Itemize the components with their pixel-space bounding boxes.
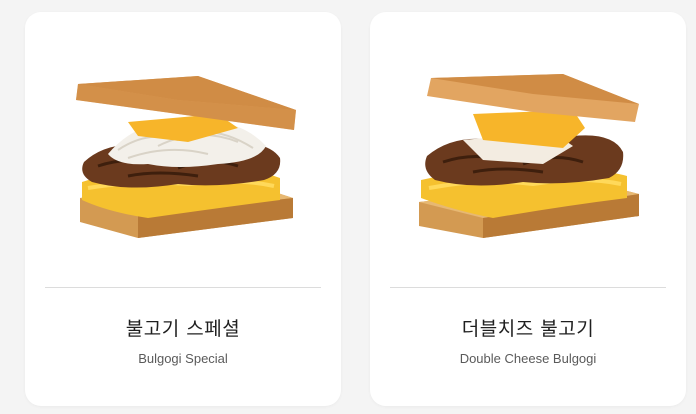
bulgogi-special-sandwich-image <box>25 60 341 250</box>
menu-item-title: 불고기 스페셜 <box>125 318 241 340</box>
sandwich-icon <box>419 74 639 238</box>
menu-item-subtitle: Double Cheese Bulgogi <box>459 351 597 366</box>
menu-card-bulgogi-special[interactable]: 불고기 스페셜 Bulgogi Special <box>25 12 341 406</box>
menu-grid: 불고기 스페셜 Bulgogi Special 더블치즈 불고기 Double … <box>0 0 696 414</box>
menu-card-double-cheese-bulgogi[interactable]: 더블치즈 불고기 Double Cheese Bulgogi <box>370 12 686 406</box>
menu-item-subtitle: Bulgogi Special <box>138 351 228 366</box>
sandwich-icon <box>76 76 296 238</box>
double-cheese-bulgogi-sandwich-image <box>370 60 686 250</box>
card-divider <box>390 287 666 288</box>
menu-item-title: 더블치즈 불고기 <box>461 318 595 340</box>
card-divider <box>45 287 321 288</box>
